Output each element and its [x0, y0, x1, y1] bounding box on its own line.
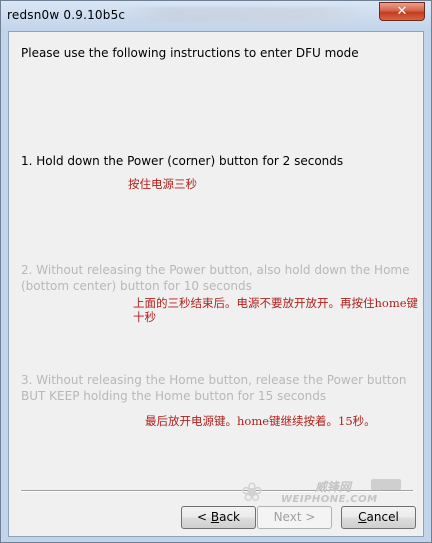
blurred-region: [119, 7, 369, 23]
cancel-rest: ancel: [366, 510, 399, 524]
step-2-annotation-line-1: 上面的三秒结束后。电源不要放开放开。再按住home键: [133, 296, 419, 310]
back-rest: ack: [219, 510, 240, 524]
intro-text: Please use the following instructions to…: [21, 46, 359, 60]
cancel-button[interactable]: Cancel: [341, 506, 416, 529]
watermark-cn: 威锋网: [315, 480, 352, 494]
step-2-annotation-line-2: 十秒: [133, 310, 156, 324]
dialog-window: redsn0w 0.9.10b5c ✕ Please use the follo…: [0, 0, 432, 543]
step-2-line-1: 2. Without releasing the Power button, a…: [21, 263, 410, 277]
watermark-logo: ❀ 威锋网 WEIPHONE.COM: [241, 478, 417, 508]
step-2-annotation: 上面的三秒结束后。电源不要放开放开。再按住home键 十秒: [133, 296, 418, 324]
back-mnemonic: B: [210, 510, 220, 524]
step-3-line-2: BUT KEEP holding the Home button for 15 …: [21, 389, 327, 403]
step-2-text: 2. Without releasing the Power button, a…: [21, 262, 409, 294]
step-1-annotation: 按住电源三秒: [128, 177, 197, 191]
dialog-content: Please use the following instructions to…: [8, 31, 424, 537]
close-button[interactable]: ✕: [379, 2, 425, 21]
cancel-mnemonic: C: [358, 510, 367, 524]
next-button[interactable]: Next >: [257, 506, 332, 529]
step-3-line-1: 3. Without releasing the Home button, re…: [21, 373, 407, 387]
watermark-en: WEIPHONE.COM: [281, 494, 378, 505]
window-title: redsn0w 0.9.10b5c: [7, 8, 126, 22]
watermark-badge: [371, 479, 401, 490]
step-3-annotation: 最后放开电源键。home键继续按着。15秒。: [145, 414, 376, 428]
title-bar[interactable]: redsn0w 0.9.10b5c ✕: [1, 1, 431, 31]
watermark-icon: ❀: [241, 478, 263, 508]
step-3-text: 3. Without releasing the Home button, re…: [21, 372, 406, 404]
step-2-line-2: (bottom center) button for 10 seconds: [21, 279, 252, 293]
step-1-text: 1. Hold down the Power (corner) button f…: [21, 154, 344, 168]
back-prefix: <: [196, 510, 211, 524]
back-button[interactable]: < Back: [181, 506, 256, 529]
